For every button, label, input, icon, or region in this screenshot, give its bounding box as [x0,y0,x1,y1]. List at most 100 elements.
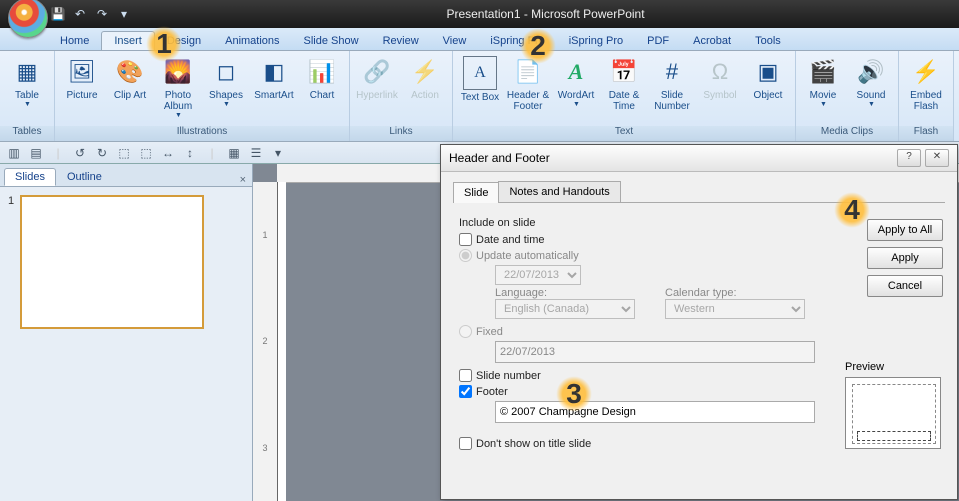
table-button[interactable]: ▦Table▼ [4,54,50,109]
date-select: 22/07/2013 [495,265,581,285]
slide-panel: Slides Outline × 1 [0,164,253,501]
save-icon[interactable]: 💾 [50,6,66,22]
group-media-label: Media Clips [796,126,898,141]
toolbar-icon[interactable]: ↕ [182,145,198,161]
redo-icon[interactable]: ↷ [94,6,110,22]
update-auto-radio[interactable]: Update automatically [459,249,819,262]
vertical-ruler: 123 [253,182,278,501]
preview-panel: Preview [845,361,943,449]
embed-flash-button[interactable]: ⚡Embed Flash [903,54,949,112]
object-button[interactable]: ▣Object [745,54,791,101]
dialog-tab-notes[interactable]: Notes and Handouts [498,181,620,202]
movie-icon: 🎬 [807,56,839,88]
close-button[interactable]: ✕ [925,149,949,167]
symbol-button: ΩSymbol [697,54,743,101]
tab-view[interactable]: View [431,32,479,50]
toolbar-icon[interactable]: ↔ [160,145,176,161]
date-time-checkbox[interactable]: Date and time [459,233,819,246]
flash-icon: ⚡ [910,56,942,88]
group-flash-label: Flash [899,126,953,141]
cancel-button[interactable]: Cancel [867,275,943,297]
clipart-icon: 🎨 [114,56,146,88]
toolbar-icon[interactable]: ↺ [72,145,88,161]
smartart-button[interactable]: ◧SmartArt [251,54,297,101]
tab-ispring2[interactable]: iSpring Pro [557,32,635,50]
tab-animations[interactable]: Animations [213,32,291,50]
footer-checkbox[interactable]: Footer [459,385,819,398]
action-button: ⚡Action [402,54,448,101]
apply-button[interactable]: Apply [867,247,943,269]
sound-icon: 🔊 [855,56,887,88]
group-text-label: Text [453,126,795,141]
symbol-icon: Ω [704,56,736,88]
ribbon: ▦Table▼ Tables 🖼Picture 🎨Clip Art 🌄Photo… [0,51,959,142]
dialog-title: Header and Footer [449,151,550,165]
tab-design[interactable]: Design [155,32,213,50]
sound-button[interactable]: 🔊Sound▼ [848,54,894,109]
shapes-icon: ◻ [210,56,242,88]
hyperlink-button: 🔗Hyperlink [354,54,400,101]
picture-button[interactable]: 🖼Picture [59,54,105,101]
toolbar-icon[interactable]: ☰ [248,145,264,161]
toolbar-icon[interactable]: ↻ [94,145,110,161]
help-button[interactable]: ? [897,149,921,167]
calendar-select: Western [665,299,805,319]
close-panel-icon[interactable]: × [240,174,246,186]
tab-pdf[interactable]: PDF [635,32,681,50]
toolbar-icon[interactable]: ▥ [6,145,22,161]
tab-insert[interactable]: Insert [101,31,155,50]
fixed-radio[interactable]: Fixed [459,325,819,338]
outline-tab[interactable]: Outline [56,168,113,186]
photo-album-button[interactable]: 🌄Photo Album▼ [155,54,201,120]
wordart-button[interactable]: AWordArt▼ [553,54,599,109]
toolbar-icon[interactable]: ⬚ [116,145,132,161]
apply-to-all-button[interactable]: Apply to All [867,219,943,241]
slides-tab[interactable]: Slides [4,168,56,186]
tab-home[interactable]: Home [48,32,101,50]
dialog-tab-slide[interactable]: Slide [453,182,499,203]
fixed-date-input [495,341,815,363]
slide-number-button[interactable]: #Slide Number [649,54,695,112]
tab-slideshow[interactable]: Slide Show [292,32,371,50]
footer-input[interactable] [495,401,815,423]
include-on-slide-label: Include on slide [459,217,819,229]
textbox-icon: A [463,56,497,90]
ribbon-tabs: Home Insert Design Animations Slide Show… [0,28,959,51]
preview-label: Preview [845,361,943,373]
slide-preview[interactable] [20,195,204,329]
chart-button[interactable]: 📊Chart [299,54,345,101]
language-label: Language: [495,287,635,299]
tab-acrobat[interactable]: Acrobat [681,32,743,50]
slide-number-label: 1 [8,195,14,329]
movie-button[interactable]: 🎬Movie▼ [800,54,846,109]
quick-access-toolbar: 💾 ↶ ↷ ▾ [50,6,132,22]
toolbar-icon[interactable]: ▦ [226,145,242,161]
header-footer-icon: 📄 [512,56,544,88]
smartart-icon: ◧ [258,56,290,88]
object-icon: ▣ [752,56,784,88]
header-footer-button[interactable]: 📄Header & Footer [505,54,551,112]
toolbar-icon[interactable]: ▾ [270,145,286,161]
undo-icon[interactable]: ↶ [72,6,88,22]
tab-tools[interactable]: Tools [743,32,793,50]
textbox-button[interactable]: AText Box [457,54,503,103]
group-tables-label: Tables [0,126,54,141]
date-time-icon: 📅 [608,56,640,88]
dont-show-checkbox[interactable]: Don't show on title slide [459,437,819,450]
clipart-button[interactable]: 🎨Clip Art [107,54,153,101]
wordart-icon: A [560,56,592,88]
date-time-button[interactable]: 📅Date & Time [601,54,647,112]
slide-number-checkbox[interactable]: Slide number [459,369,819,382]
header-footer-dialog: Header and Footer ? ✕ Slide Notes and Ha… [440,144,958,500]
tab-ispring1[interactable]: iSpring Pro [478,32,556,50]
toolbar-icon[interactable]: ⬚ [138,145,154,161]
shapes-button[interactable]: ◻Shapes▼ [203,54,249,109]
qat-dropdown-icon[interactable]: ▾ [116,6,132,22]
calendar-label: Calendar type: [665,287,805,299]
group-illustrations-label: Illustrations [55,126,349,141]
language-select: English (Canada) [495,299,635,319]
toolbar-icon[interactable]: ▤ [28,145,44,161]
tab-review[interactable]: Review [371,32,431,50]
slide-thumbnail[interactable]: 1 [8,195,244,329]
hyperlink-icon: 🔗 [361,56,393,88]
